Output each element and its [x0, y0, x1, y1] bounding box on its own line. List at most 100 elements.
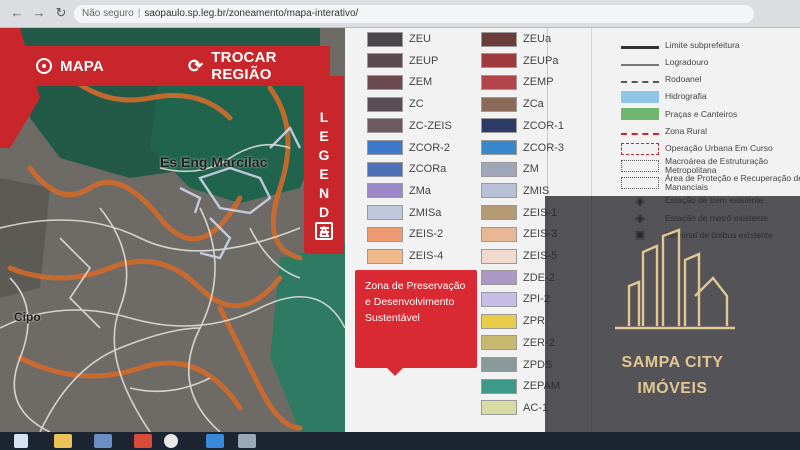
legend-swatch [367, 31, 403, 47]
legend-feature[interactable]: Zona Rural [621, 123, 800, 141]
legend-swatch [367, 205, 403, 221]
app-icon-3[interactable] [238, 434, 256, 448]
legend-label: ZCa [523, 98, 544, 111]
legend-item[interactable]: ZDE-2 [481, 269, 555, 287]
reload-icon[interactable]: ↻ [54, 6, 68, 20]
legend-swatch [481, 118, 517, 134]
legend-feature[interactable]: Praças e Canteiros [621, 105, 800, 123]
legend-label: ZEUPa [523, 54, 559, 67]
legend-swatch [481, 313, 517, 329]
legend-symbol [621, 42, 659, 49]
legend-item[interactable]: ZC-ZEIS [367, 117, 452, 135]
legend-feature-label: Hidrografia [665, 91, 707, 102]
legend-label: ZCORa [409, 163, 447, 176]
windows-icon[interactable] [14, 434, 28, 448]
crosshair-icon [36, 58, 52, 74]
legend-feature-label: Logradouro [665, 56, 709, 67]
map-place-label: Es Eng Marcilac [160, 154, 268, 170]
legend-item[interactable]: ZPDS [481, 356, 552, 374]
map-toolbar: MAPA ⟳ TROCAR REGIÃO [18, 46, 330, 86]
url-separator: | [137, 8, 141, 19]
back-arrow-icon[interactable]: ← [10, 6, 24, 20]
browser-toolbar: ← → ↻ Não seguro | saopaulo.sp.leg.br/zone… [0, 0, 800, 28]
legend-swatch [481, 357, 517, 372]
map-canvas[interactable] [0, 28, 345, 432]
legend-feature[interactable]: Macroárea de Estruturação Metropolitana [621, 157, 800, 175]
legend-item[interactable]: ZPR [481, 312, 545, 330]
legend-item[interactable]: ZER-2 [481, 334, 555, 352]
windows-app-icon[interactable] [206, 434, 224, 448]
legend-label: ZEIS-2 [409, 228, 444, 241]
legend-swatch [481, 96, 517, 112]
legend-symbol [621, 128, 659, 135]
legend-item[interactable]: ZCOR-2 [367, 139, 450, 157]
legend-feature[interactable]: Operação Urbana Em Curso [621, 140, 800, 158]
legend-label: ZEUa [523, 33, 552, 45]
legend-swatch [481, 291, 517, 307]
legend-swatch [481, 183, 517, 199]
legend-label: ZEMP [523, 76, 554, 89]
legend-item[interactable]: ZEIS-2 [367, 225, 443, 243]
legend-label: ZEU [409, 33, 431, 45]
legend-item[interactable]: ZMISa [367, 204, 441, 222]
interactive-map[interactable]: MAPA ⟳ TROCAR REGIÃO LEGENDA Es Eng Marc… [0, 28, 345, 432]
app-icon-2[interactable] [134, 434, 152, 448]
forward-arrow-icon[interactable]: → [32, 6, 46, 20]
legend-item[interactable]: ZCORa [367, 160, 446, 178]
legend-swatch [367, 140, 403, 155]
legend-item[interactable]: AC-1 [481, 399, 548, 417]
legend-feature[interactable]: Rodoanel [621, 71, 800, 89]
legend-symbol [621, 108, 659, 121]
legend-item[interactable]: ZCa [481, 95, 544, 113]
map-place-label: Cipo [14, 310, 41, 324]
legend-swatch [481, 400, 517, 416]
legend-swatch [481, 31, 517, 47]
legend-label: ZEUP [409, 54, 439, 67]
legend-swatch [367, 118, 403, 134]
legend-swatch [367, 226, 403, 242]
explorer-icon[interactable] [54, 434, 72, 448]
legenda-toggle[interactable]: LEGENDA [304, 76, 344, 254]
watermark: SAMPA CITY IMÓVEIS [545, 196, 800, 450]
legend-feature[interactable]: Área de Proteção e Recuperação de Mananc… [621, 174, 800, 192]
legend-swatch [367, 74, 403, 90]
legend-item[interactable]: ZCOR-3 [481, 139, 564, 157]
legend-item[interactable]: ZEUPa [481, 52, 558, 70]
chrome-icon[interactable] [164, 434, 178, 448]
legend-item[interactable]: ZEIS-4 [367, 247, 443, 265]
legend-item[interactable]: ZM [481, 160, 539, 178]
legend-feature[interactable]: Limite subprefeitura [621, 36, 800, 54]
legend-swatch [481, 270, 517, 286]
legend-swatch [481, 378, 517, 394]
legend-symbol [621, 59, 659, 66]
legend-item[interactable]: ZEM [367, 73, 432, 91]
security-indicator[interactable]: Não seguro [82, 8, 134, 19]
legend-symbol [621, 142, 659, 155]
legend-item[interactable]: ZEUP [367, 52, 438, 70]
mapa-label: MAPA [60, 57, 104, 75]
legend-swatch [481, 226, 517, 242]
legend-item[interactable]: ZMIS [481, 182, 549, 200]
legend-item[interactable]: ZCOR-1 [481, 117, 564, 135]
legend-label: ZMISa [409, 206, 442, 219]
address-bar[interactable]: Não seguro | saopaulo.sp.leg.br/zoneamento… [74, 5, 754, 23]
legend-item[interactable]: ZEMP [481, 73, 554, 91]
legend-swatch [481, 53, 517, 69]
legend-item[interactable]: ZPI-2 [481, 290, 550, 308]
legend-item[interactable]: ZEUa [481, 30, 551, 48]
app-icon[interactable] [94, 434, 112, 448]
legend-swatch [367, 96, 403, 112]
legend-item[interactable]: ZC [367, 95, 424, 113]
legend-item[interactable]: ZMa [367, 182, 431, 200]
legend-label: ZC-ZEIS [409, 119, 452, 132]
legend-label: ZCOR-3 [523, 141, 564, 154]
mapa-button[interactable]: MAPA [36, 46, 104, 86]
watermark-line1: SAMPA CITY [621, 354, 724, 371]
legend-item[interactable]: ZEU [367, 30, 431, 48]
legend-feature[interactable]: Hidrografia [621, 88, 800, 106]
legend-feature-label: Operação Urbana Em Curso [665, 143, 773, 154]
legend-swatch [481, 205, 517, 221]
legend-label: ZCOR-1 [523, 119, 564, 132]
legend-feature[interactable]: Logradouro [621, 53, 800, 71]
legend-feature-label: Zona Rural [665, 126, 708, 136]
